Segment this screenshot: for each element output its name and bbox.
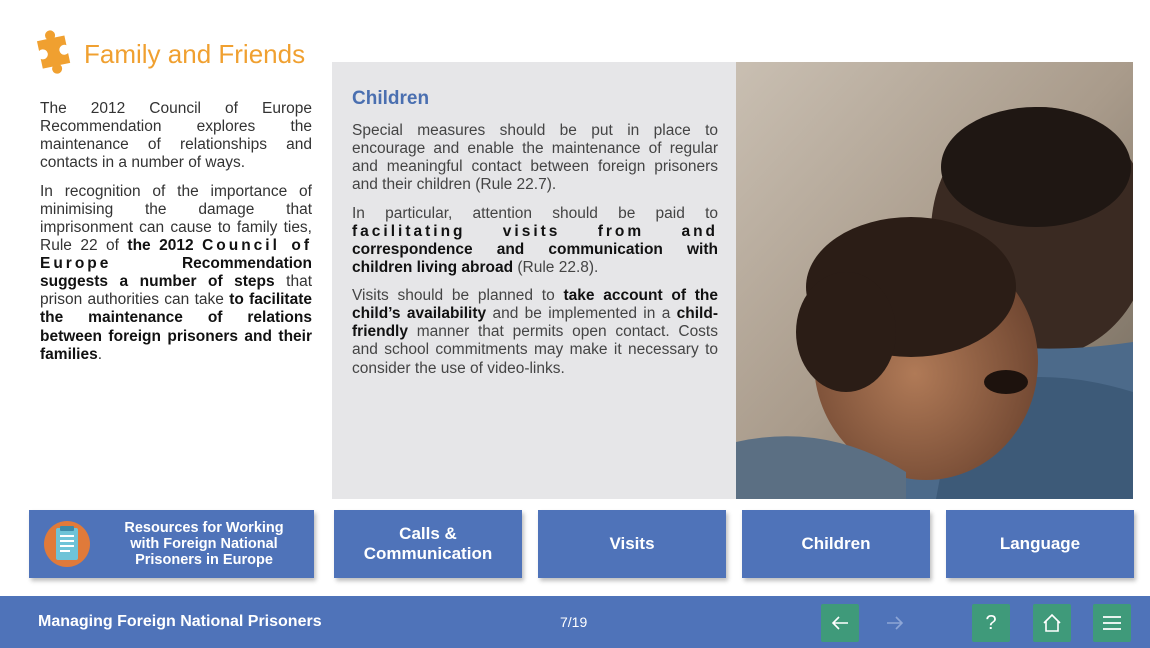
forward-button[interactable] [876,604,914,642]
back-button[interactable] [821,604,859,642]
children-text-span: (Rule 22.8). [513,258,599,276]
photo-illustration [736,62,1133,499]
children-text-span: In particular, attention should be paid … [352,204,718,222]
calls-communication-button[interactable]: Calls & Communication [334,510,522,578]
section-nav: Resources for Working with Foreign Natio… [0,510,1150,580]
resources-button[interactable]: Resources for Working with Foreign Natio… [29,510,314,578]
children-paragraph-3: Visits should be planned to take account… [352,287,718,378]
intro-bold: the 2012 [127,236,194,254]
arrow-right-icon [887,616,904,630]
visits-button[interactable]: Visits [538,510,726,578]
children-button[interactable]: Children [742,510,930,578]
footer-bar: Managing Foreign National Prisoners 7/19… [0,596,1150,648]
children-paragraph-1: Special measures should be put in place … [352,122,718,194]
document-icon [44,521,90,567]
children-panel: Children Special measures should be put … [332,62,736,499]
page-title: Family and Friends [30,30,306,74]
home-icon [1043,613,1061,632]
intro-text: The 2012 Council of Europe Recommendatio… [40,100,312,374]
calls-communication-label: Calls & Communication [363,523,493,563]
children-text-span: Visits should be planned to [352,287,564,304]
help-button[interactable]: ? [972,604,1010,642]
father-child-photo [736,62,1133,499]
page-counter: 7/19 [560,614,588,630]
menu-button[interactable] [1093,604,1131,642]
children-bold-spaced: facilitating visits from and [352,222,718,240]
home-button[interactable] [1033,604,1071,642]
visits-label: Visits [609,533,655,553]
language-label: Language [999,533,1081,553]
arrow-left-icon [831,616,848,630]
resources-label: Resources for Working with Foreign Natio… [124,519,284,569]
children-label: Children [801,533,871,553]
children-text-span: and be implemented in a [486,305,677,323]
intro-paragraph-2: In recognition of the importance of mini… [40,183,312,364]
menu-icon [1103,616,1121,630]
puzzle-icon [36,30,71,74]
page-title-text: Family and Friends [84,38,306,69]
course-title: Managing Foreign National Prisoners [38,613,322,630]
children-paragraph-2: In particular, attention should be paid … [352,205,718,278]
help-label: ? [985,611,997,634]
children-heading: Children [352,88,430,109]
language-button[interactable]: Language [946,510,1134,578]
intro-paragraph-1: The 2012 Council of Europe Recommendatio… [40,100,312,172]
intro-text-span: . [97,345,103,363]
